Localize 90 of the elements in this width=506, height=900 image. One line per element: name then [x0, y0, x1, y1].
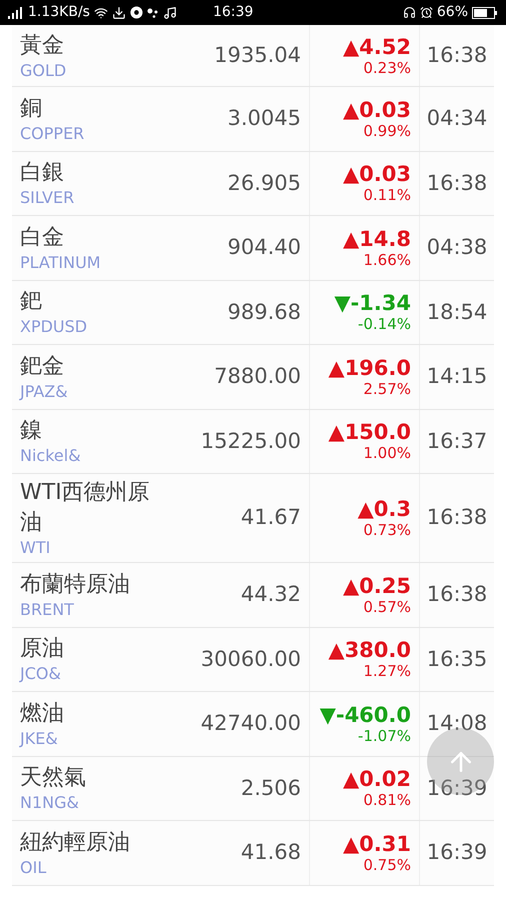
- update-time: 18:54: [426, 298, 488, 326]
- battery-percent: 66%: [436, 3, 468, 22]
- price: 3.0045: [228, 105, 301, 132]
- price: 2.506: [240, 774, 301, 802]
- price: 42740.00: [200, 710, 301, 737]
- change: ▲380.0: [328, 638, 411, 662]
- change: ▲0.03: [343, 98, 411, 122]
- signal-icon: [8, 6, 24, 18]
- commodity-code: COPPER: [20, 124, 86, 144]
- change-percent: 0.73%: [363, 521, 411, 539]
- commodity-name: WTI西德州原油: [20, 479, 151, 537]
- update-time: 14:08: [426, 710, 488, 737]
- price: 41.67: [240, 504, 301, 532]
- price: 41.68: [240, 839, 301, 866]
- browser-icon: [130, 6, 143, 19]
- download-icon: [112, 6, 126, 20]
- commodity-code: BRENT: [20, 600, 75, 620]
- price: 7880.00: [214, 363, 301, 390]
- change-percent: 1.66%: [363, 250, 411, 269]
- change-percent: 0.81%: [363, 791, 411, 810]
- price: 26.905: [228, 170, 301, 196]
- music-icon: [162, 6, 177, 20]
- price: 904.40: [228, 234, 301, 261]
- update-time: 16:38: [426, 581, 488, 608]
- clock: 16:39: [212, 3, 254, 22]
- change: ▲0.3: [358, 497, 411, 521]
- update-time: 04:38: [426, 234, 488, 261]
- update-time: 16:35: [426, 646, 488, 672]
- change-percent: 2.57%: [363, 380, 411, 398]
- change: ▲150.0: [328, 420, 411, 444]
- commodity-code: JCO&: [20, 664, 62, 684]
- change: ▲0.31: [343, 832, 411, 856]
- change: ▲0.25: [343, 574, 411, 598]
- change: ▲14.8: [343, 226, 411, 251]
- headset-icon: [402, 6, 416, 19]
- change: ▲4.52: [343, 34, 411, 58]
- commodity-code: GOLD: [20, 60, 68, 80]
- commodity-name: 原油: [20, 635, 65, 664]
- commodity-name: 黃金: [20, 32, 65, 60]
- update-time: 16:38: [426, 504, 488, 532]
- change: ▼-460.0: [320, 702, 411, 727]
- commodity-name: 白金: [20, 224, 65, 252]
- change-percent: 1.27%: [363, 662, 411, 680]
- commodity-code: JKE&: [20, 728, 59, 749]
- commodity-name: 紐約輕原油: [20, 828, 131, 857]
- wifi-icon: [94, 6, 108, 20]
- commodity-code: Nickel&: [20, 446, 82, 466]
- network-speed: 1.13KB/s: [28, 3, 90, 22]
- change: ▼-1.34: [334, 291, 411, 316]
- update-time: 16:37: [426, 428, 488, 454]
- commodity-code: XPDUSD: [20, 317, 88, 338]
- commodity-code: SILVER: [20, 188, 76, 208]
- price: 30060.00: [200, 646, 301, 672]
- commodity-name: 銅: [20, 94, 43, 123]
- price: 989.68: [228, 298, 301, 326]
- change: ▲0.02: [343, 767, 411, 792]
- change-percent: 1.00%: [363, 444, 411, 462]
- price: 1935.04: [214, 42, 301, 69]
- update-time: 16:38: [426, 42, 488, 69]
- change-percent: -1.07%: [358, 726, 411, 745]
- commodity-name: 鎳: [20, 417, 43, 446]
- change-percent: 0.57%: [363, 598, 411, 616]
- commodity-name: 天然氣: [20, 764, 87, 792]
- commodity-code: OIL: [20, 858, 48, 878]
- commodity-name: 布蘭特原油: [20, 570, 131, 599]
- commodity-name: 鈀: [20, 288, 43, 316]
- change-percent: 0.23%: [363, 58, 411, 76]
- update-time: 16:39: [426, 774, 488, 802]
- change-percent: -0.14%: [358, 315, 411, 334]
- update-time: 16:39: [426, 839, 488, 866]
- update-time: 14:15: [426, 363, 488, 390]
- price: 44.32: [240, 581, 301, 608]
- change: ▲196.0: [328, 356, 411, 380]
- price: 15225.00: [200, 428, 301, 454]
- commodity-code: JPAZ&: [20, 382, 69, 402]
- change: ▲0.03: [343, 162, 411, 186]
- commodity-code: WTI: [20, 538, 52, 558]
- commodity-code: PLATINUM: [20, 252, 102, 273]
- change-percent: 0.75%: [363, 856, 411, 874]
- battery-icon: [472, 6, 498, 18]
- update-time: 16:38: [426, 170, 488, 196]
- update-time: 04:34: [426, 105, 488, 132]
- commodity-code: N1NG&: [20, 793, 80, 814]
- commodity-name: 燃油: [20, 700, 65, 728]
- change-percent: 0.99%: [363, 122, 411, 140]
- alarm-icon: [420, 6, 433, 19]
- commodity-name: 鈀金: [20, 352, 65, 381]
- change-percent: 0.11%: [363, 186, 411, 204]
- commodity-name: 白銀: [20, 159, 65, 188]
- dots-icon: [146, 8, 159, 18]
